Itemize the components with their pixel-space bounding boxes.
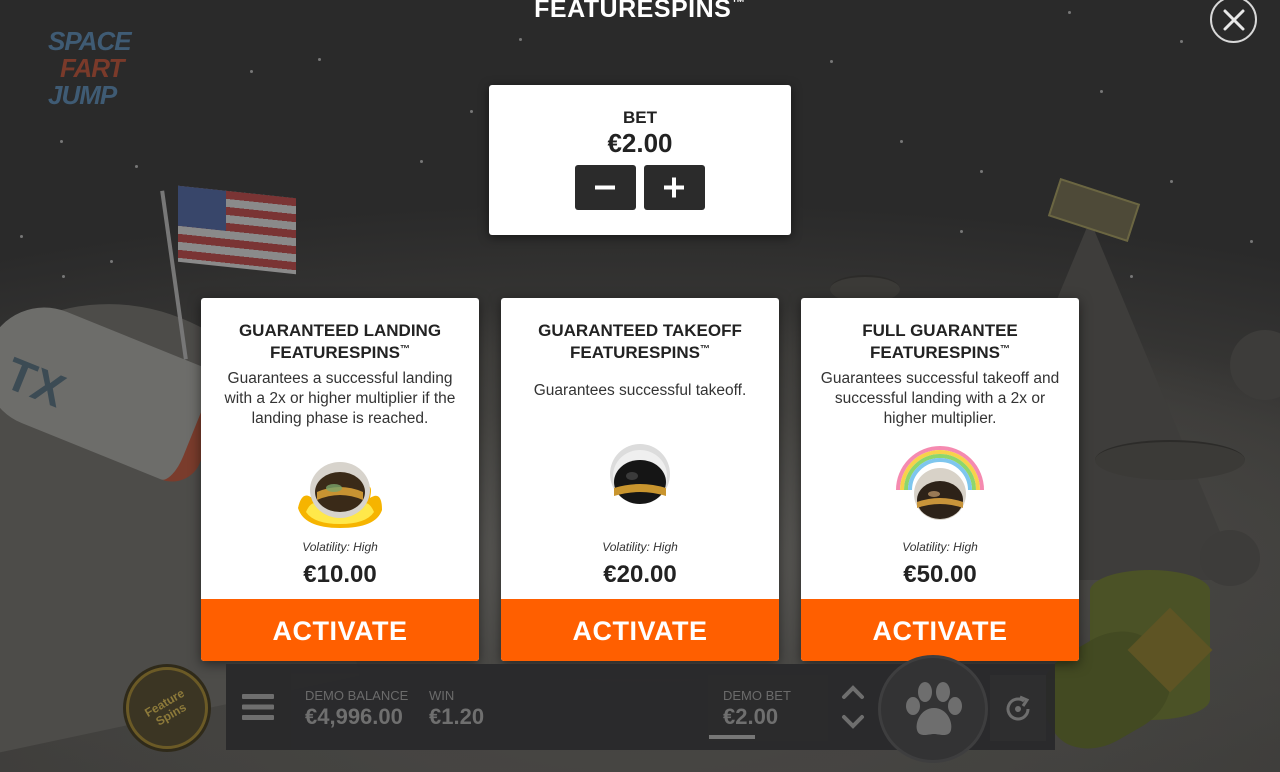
card-title: GUARANTEED TAKEOFF FEATURESPINS™ <box>511 321 769 362</box>
page-title: FEATURESPINS™ <box>0 0 1280 24</box>
card-volatility: Volatility: High <box>302 540 378 554</box>
star <box>1130 275 1133 278</box>
star <box>470 110 473 113</box>
rainbow-helmet-icon <box>896 446 984 520</box>
minus-icon <box>595 185 615 190</box>
card-title: GUARANTEED LANDING FEATURESPINS™ <box>211 321 469 362</box>
feature-spins-button[interactable]: Feature Spins <box>126 667 208 749</box>
star <box>250 70 253 73</box>
card-title: FULL GUARANTEE FEATURESPINS™ <box>811 321 1069 362</box>
chevron-down-icon <box>842 715 864 729</box>
card-title-line: GUARANTEED TAKEOFF <box>538 321 742 340</box>
card-title-line: FULL GUARANTEE <box>862 321 1018 340</box>
logo-line: JUMP <box>48 80 117 110</box>
card-price: €20.00 <box>603 561 677 588</box>
card-title-text: FEATURESPINS <box>269 343 401 362</box>
flaming-helmet-icon <box>298 462 382 528</box>
trademark: ™ <box>731 0 746 10</box>
activate-button[interactable]: ACTIVATE <box>501 599 779 661</box>
spin-button[interactable] <box>878 655 988 763</box>
card-title-text: FEATURESPINS <box>569 343 701 362</box>
bet-panel: BET €2.00 <box>489 85 791 235</box>
card-title-text: FEATURESPINS <box>869 343 1001 362</box>
feature-card-full-guarantee: FULL GUARANTEE FEATURESPINS™ Guarantees … <box>801 298 1079 661</box>
star <box>60 140 63 143</box>
bet-value: €2.00 <box>723 704 779 729</box>
balance-label: DEMO BALANCE <box>305 688 409 703</box>
trademark: ™ <box>1000 344 1011 355</box>
trademark: ™ <box>400 344 411 355</box>
crater <box>1095 440 1245 480</box>
hamburger-menu-icon <box>242 694 274 720</box>
feature-spins-label: Feature Spins <box>142 686 189 729</box>
bet-value: €2.00 <box>607 128 673 158</box>
plus-icon <box>664 177 684 198</box>
logo-line: FART <box>60 53 124 83</box>
activate-button[interactable]: ACTIVATE <box>801 599 1079 661</box>
card-volatility: Volatility: High <box>902 540 978 554</box>
card-volatility: Volatility: High <box>602 540 678 554</box>
star <box>62 275 65 278</box>
feature-card-guaranteed-landing: GUARANTEED LANDING FEATURESPINS™ Guarant… <box>201 298 479 661</box>
card-title-line: FEATURESPINS™ <box>811 340 1069 362</box>
bet-down-button[interactable] <box>838 712 868 738</box>
close-icon <box>1223 9 1245 31</box>
game-logo: SPACE FART JUMP <box>48 28 148 109</box>
star <box>830 60 833 63</box>
menu-button[interactable] <box>226 664 291 750</box>
card-title-line: GUARANTEED LANDING <box>238 321 442 340</box>
paw-icon <box>906 682 962 735</box>
decrease-bet-button[interactable] <box>575 165 636 210</box>
logo-line: SPACE <box>48 26 132 56</box>
win-value: €1.20 <box>429 704 485 729</box>
chevron-up-icon <box>842 685 864 699</box>
star <box>135 165 138 168</box>
card-price: €10.00 <box>303 561 377 588</box>
star <box>980 170 983 173</box>
title-text: FEATURESPINS <box>534 0 732 23</box>
star <box>900 140 903 143</box>
card-price: €50.00 <box>903 561 977 588</box>
autoplay-button[interactable] <box>990 675 1046 741</box>
activate-button[interactable]: ACTIVATE <box>201 599 479 661</box>
helmet-icon <box>610 444 670 504</box>
star <box>960 230 963 233</box>
star <box>1250 240 1253 243</box>
star <box>1180 40 1183 43</box>
star <box>20 235 23 238</box>
increase-bet-button[interactable] <box>644 165 705 210</box>
bet-up-button[interactable] <box>838 682 868 708</box>
star <box>1170 180 1173 183</box>
star <box>110 260 113 263</box>
balance-value: €4,996.00 <box>305 704 403 729</box>
star <box>1100 90 1103 93</box>
feature-card-guaranteed-takeoff: GUARANTEED TAKEOFF FEATURESPINS™ Guarant… <box>501 298 779 661</box>
moon-rock <box>1200 530 1260 586</box>
bet-label: DEMO BET <box>723 688 791 703</box>
star <box>519 38 522 41</box>
flag <box>178 185 296 275</box>
card-description: Guarantees a successful landing with a 2… <box>224 370 456 427</box>
win-label: WIN <box>429 688 455 703</box>
bet-label: BET <box>623 108 657 127</box>
star <box>420 160 423 163</box>
star <box>318 58 321 61</box>
bet-level-bar <box>709 735 755 739</box>
card-title-line: FEATURESPINS™ <box>511 340 769 362</box>
autoplay-icon <box>1006 695 1030 721</box>
card-description: Guarantees successful takeoff and succes… <box>820 370 1060 427</box>
card-description: Guarantees successful takeoff. <box>533 382 747 399</box>
card-title-line: FEATURESPINS™ <box>211 340 469 362</box>
trademark: ™ <box>700 344 711 355</box>
